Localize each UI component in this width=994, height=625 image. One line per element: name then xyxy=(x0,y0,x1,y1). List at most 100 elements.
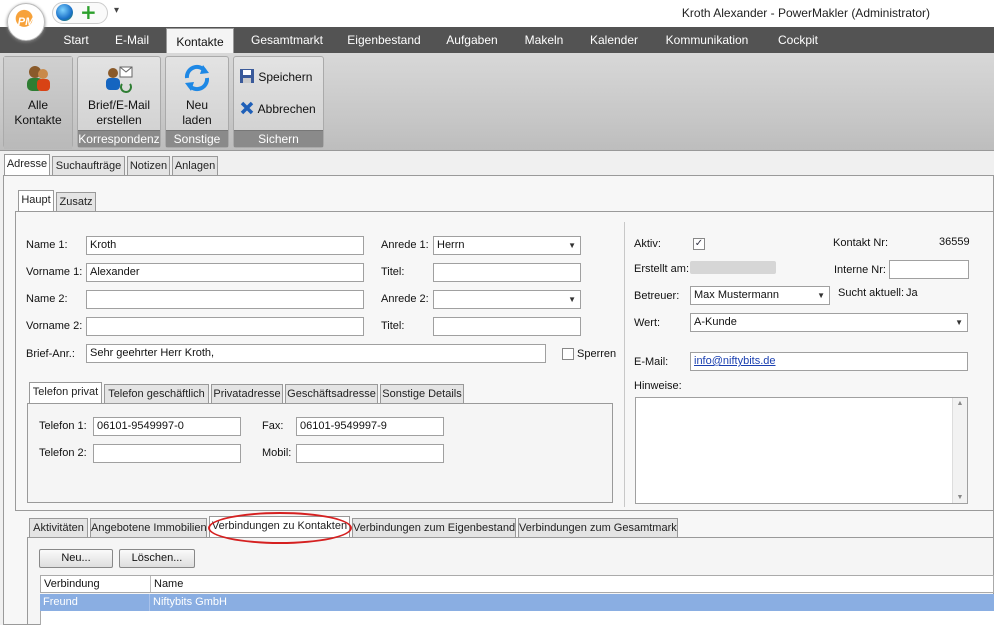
wert-label: Wert: xyxy=(634,317,661,329)
group-label-korrespondenz: Korrespondenz xyxy=(78,130,160,147)
globe-icon[interactable] xyxy=(56,4,73,21)
vorname1-field[interactable]: Alexander xyxy=(86,263,364,282)
tab-gesamtmarkt[interactable]: Gesamtmarkt xyxy=(240,27,334,53)
briefanr-field[interactable]: Sehr geehrter Herr Kroth, xyxy=(86,344,546,363)
telefon2-field[interactable] xyxy=(93,444,241,463)
tab-aktivitaeten[interactable]: Aktivitäten xyxy=(29,518,88,538)
group-label-sonstige: Sonstige xyxy=(166,130,228,147)
interne-nr-field[interactable] xyxy=(889,260,969,279)
tab-eigenbestand[interactable]: Eigenbestand xyxy=(338,27,430,53)
tab-aufgaben[interactable]: Aufgaben xyxy=(436,27,508,53)
neu-button[interactable]: Neu... xyxy=(39,549,113,568)
email-label: E-Mail: xyxy=(634,356,669,368)
sperren-checkbox[interactable] xyxy=(562,348,574,360)
column-verbindung[interactable]: Verbindung xyxy=(41,576,151,592)
interne-nr-label: Interne Nr: xyxy=(834,264,886,276)
tab-start[interactable]: Start xyxy=(52,27,100,53)
chevron-down-icon: ▼ xyxy=(568,295,576,304)
betreuer-value: Max Mustermann xyxy=(694,289,779,301)
scroll-down-icon[interactable]: ▼ xyxy=(953,494,967,501)
betreuer-select[interactable]: Max Mustermann ▼ xyxy=(690,286,830,305)
mobil-field[interactable] xyxy=(296,444,444,463)
vorname1-label: Vorname 1: xyxy=(26,266,83,278)
tab-haupt[interactable]: Haupt xyxy=(18,190,54,212)
email-link[interactable]: info@niftybits.de xyxy=(694,355,776,367)
chevron-down-icon: ▼ xyxy=(955,318,963,327)
anrede2-select[interactable]: ▼ xyxy=(433,290,581,309)
hinweise-scrollbar[interactable]: ▲ ▼ xyxy=(952,398,967,503)
telefon1-label: Telefon 1: xyxy=(39,420,87,432)
name2-label: Name 2: xyxy=(26,293,68,305)
table-row[interactable]: Freund Niftybits GmbH xyxy=(40,594,994,611)
add-icon[interactable]: + xyxy=(80,2,97,22)
telefon1-field[interactable]: 06101-9549997-0 xyxy=(93,417,241,436)
tab-kontakte[interactable]: Kontakte xyxy=(166,28,234,54)
app-logo-text: PM xyxy=(17,16,35,28)
save-icon xyxy=(240,69,254,83)
abbrechen-label: Abbrechen xyxy=(257,102,316,116)
tab-email[interactable]: E-Mail xyxy=(104,27,160,53)
highlight-annotation xyxy=(208,512,352,544)
tab-kommunikation[interactable]: Kommunikation xyxy=(654,27,760,53)
speichern-label: Speichern xyxy=(258,70,313,84)
contacts-icon xyxy=(27,66,50,91)
abbrechen-button[interactable]: Abbrechen xyxy=(239,100,316,118)
letter-email-icon xyxy=(106,66,133,93)
tab-kalender[interactable]: Kalender xyxy=(580,27,648,53)
email-field[interactable]: info@niftybits.de xyxy=(690,352,968,371)
alle-kontakte-label: Alle Kontakte xyxy=(14,98,62,127)
loeschen-button[interactable]: Löschen... xyxy=(119,549,195,568)
sucht-value: Ja xyxy=(906,287,918,299)
briefanr-label: Brief-Anr.: xyxy=(26,348,75,360)
scroll-up-icon[interactable]: ▲ xyxy=(953,400,967,407)
brief-email-label: Brief/E-Mail erstellen xyxy=(87,98,150,127)
vorname2-field[interactable] xyxy=(86,317,364,336)
titel1-field[interactable] xyxy=(433,263,581,282)
cell-name: Niftybits GmbH xyxy=(153,596,227,608)
tab-suchauftraege[interactable]: Suchaufträge xyxy=(52,156,125,176)
chevron-down-icon: ▼ xyxy=(817,291,825,300)
tab-telefon-geschaeftlich[interactable]: Telefon geschäftlich xyxy=(104,384,209,404)
sperren-label: Sperren xyxy=(577,348,617,360)
wert-select[interactable]: A-Kunde ▼ xyxy=(690,313,968,332)
speichern-button[interactable]: Speichern xyxy=(239,68,312,86)
aktiv-checkbox[interactable]: ✓ xyxy=(693,238,705,250)
anrede1-select[interactable]: Herrn ▼ xyxy=(433,236,581,255)
neu-laden-button[interactable]: Neu laden xyxy=(165,60,229,130)
cancel-icon xyxy=(240,101,254,115)
tab-cockpit[interactable]: Cockpit xyxy=(766,27,830,53)
cell-verbindung: Freund xyxy=(40,594,150,611)
fax-field[interactable]: 06101-9549997-9 xyxy=(296,417,444,436)
brief-email-button[interactable]: Brief/E-Mail erstellen xyxy=(77,60,161,130)
titel2-field[interactable] xyxy=(433,317,581,336)
erstellt-label: Erstellt am: xyxy=(634,263,690,275)
mobil-label: Mobil: xyxy=(262,447,292,459)
name1-field[interactable]: Kroth xyxy=(86,236,364,255)
name2-field[interactable] xyxy=(86,290,364,309)
column-name[interactable]: Name xyxy=(151,576,993,592)
tab-privatadresse[interactable]: Privatadresse xyxy=(211,384,283,404)
hinweise-textarea[interactable]: ▲ ▼ xyxy=(635,397,968,504)
titel2-label: Titel: xyxy=(381,320,405,332)
erstellt-value-redacted xyxy=(690,261,776,274)
divider xyxy=(624,222,625,507)
tab-verbindungen-eigenbestand[interactable]: Verbindungen zum Eigenbestand xyxy=(352,518,516,538)
tab-telefon-privat[interactable]: Telefon privat xyxy=(29,382,102,404)
kontakt-nr-value: 36559 xyxy=(939,236,970,248)
tab-zusatz[interactable]: Zusatz xyxy=(56,192,96,212)
tab-anlagen[interactable]: Anlagen xyxy=(172,156,218,176)
anrede2-label: Anrede 2: xyxy=(381,293,429,305)
qat-dropdown-icon[interactable]: ▾ xyxy=(114,5,119,16)
fax-label: Fax: xyxy=(262,420,284,432)
tab-angebotene-immobilien[interactable]: Angebotene Immobilien xyxy=(90,518,207,538)
tab-verbindungen-gesamtmarkt[interactable]: Verbindungen zum Gesamtmarkt xyxy=(518,518,678,538)
tab-makeln[interactable]: Makeln xyxy=(514,27,574,53)
app-logo[interactable]: PM xyxy=(7,3,45,41)
telefon2-label: Telefon 2: xyxy=(39,447,87,459)
grid-header: Verbindung Name xyxy=(40,575,994,593)
tab-geschaeftsadresse[interactable]: Geschäftsadresse xyxy=(285,384,378,404)
alle-kontakte-button[interactable]: Alle Kontakte xyxy=(3,60,73,130)
tab-adresse[interactable]: Adresse xyxy=(4,154,50,176)
tab-notizen[interactable]: Notizen xyxy=(127,156,170,176)
tab-sonstige-details[interactable]: Sonstige Details xyxy=(380,384,464,404)
